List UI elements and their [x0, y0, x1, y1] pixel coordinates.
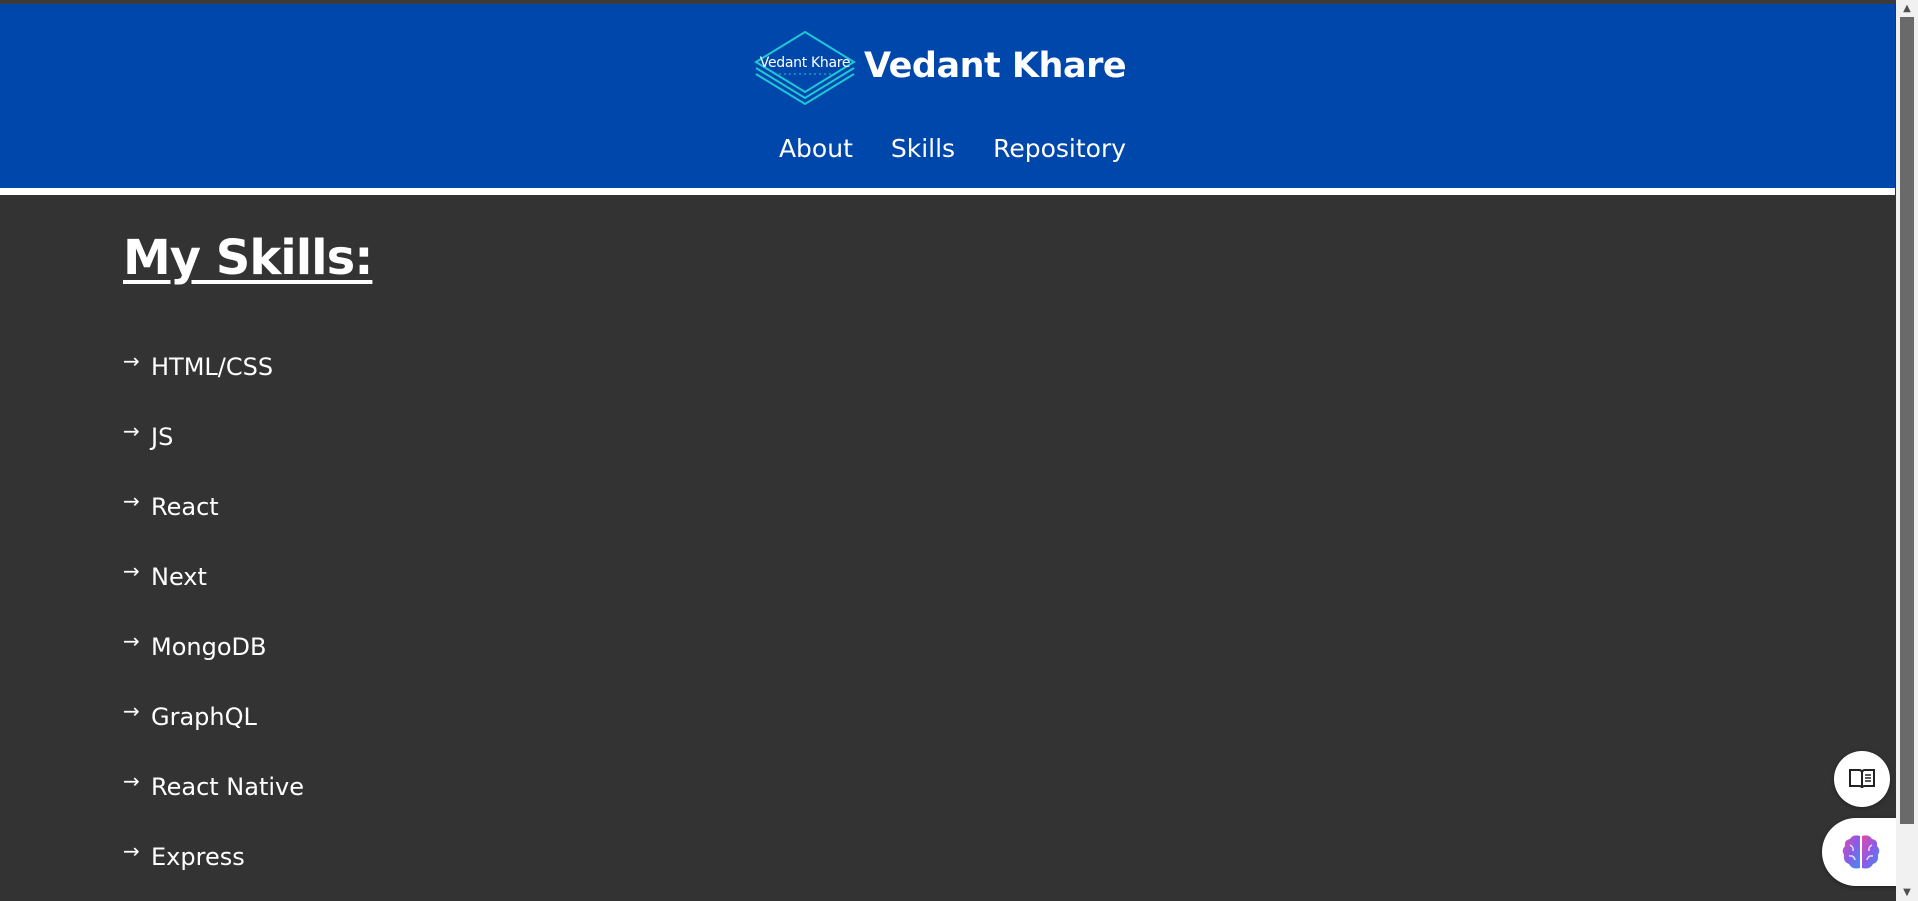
skill-label: HTML/CSS — [151, 353, 274, 381]
logo-text: Vedant Khare — [759, 55, 851, 71]
skill-item: → Next — [123, 542, 304, 612]
arrow-right-icon: → — [123, 349, 140, 373]
skills-list: → HTML/CSS → JS → React → Next → MongoDB… — [123, 332, 304, 892]
skill-label: MongoDB — [151, 633, 267, 661]
skill-item: → React Native — [123, 752, 304, 822]
nav-link-about[interactable]: About — [779, 134, 853, 163]
skill-label: Next — [151, 563, 207, 591]
site-title: Vedant Khare — [864, 46, 1127, 86]
arrow-right-icon: → — [123, 489, 140, 513]
logo[interactable]: Vedant Khare — [752, 28, 858, 108]
site-header: Vedant Khare Vedant Khare About Skills R… — [0, 4, 1895, 188]
scroll-down-icon[interactable]: ▼ — [1896, 884, 1918, 901]
skills-section: My Skills: → HTML/CSS → JS → React → Nex… — [123, 230, 373, 871]
brand[interactable]: Vedant Khare Vedant Khare — [752, 28, 1127, 108]
skill-label: JS — [151, 423, 174, 451]
arrow-right-icon: → — [123, 699, 140, 723]
main-nav: About Skills Repository — [0, 134, 1895, 163]
brain-icon — [1842, 835, 1880, 869]
skill-item: → Express — [123, 822, 304, 892]
page: Vedant Khare Vedant Khare About Skills R… — [0, 0, 1918, 901]
skill-item: → MongoDB — [123, 612, 304, 682]
scrollbar-thumb[interactable] — [1900, 17, 1914, 824]
skill-label: GraphQL — [151, 703, 257, 731]
vertical-scrollbar[interactable]: ▲ ▼ — [1896, 0, 1918, 901]
nav-link-skills[interactable]: Skills — [891, 134, 955, 163]
arrow-right-icon: → — [123, 629, 140, 653]
skill-item: → HTML/CSS — [123, 332, 304, 402]
skill-label: React — [151, 493, 219, 521]
nav-link-repository[interactable]: Repository — [993, 134, 1126, 163]
skill-item: → GraphQL — [123, 682, 304, 752]
header-divider — [0, 188, 1895, 195]
skill-item: → React — [123, 472, 304, 542]
arrow-right-icon: → — [123, 419, 140, 443]
arrow-right-icon: → — [123, 559, 140, 583]
section-title: My Skills: — [123, 230, 373, 286]
scroll-up-icon[interactable]: ▲ — [1896, 0, 1918, 17]
book-icon — [1849, 769, 1875, 789]
arrow-right-icon: → — [123, 769, 140, 793]
skill-item: → JS — [123, 402, 304, 472]
arrow-right-icon: → — [123, 839, 140, 863]
reader-mode-button[interactable] — [1834, 751, 1890, 807]
skill-label: Express — [151, 843, 245, 871]
skill-label: React Native — [151, 773, 305, 801]
